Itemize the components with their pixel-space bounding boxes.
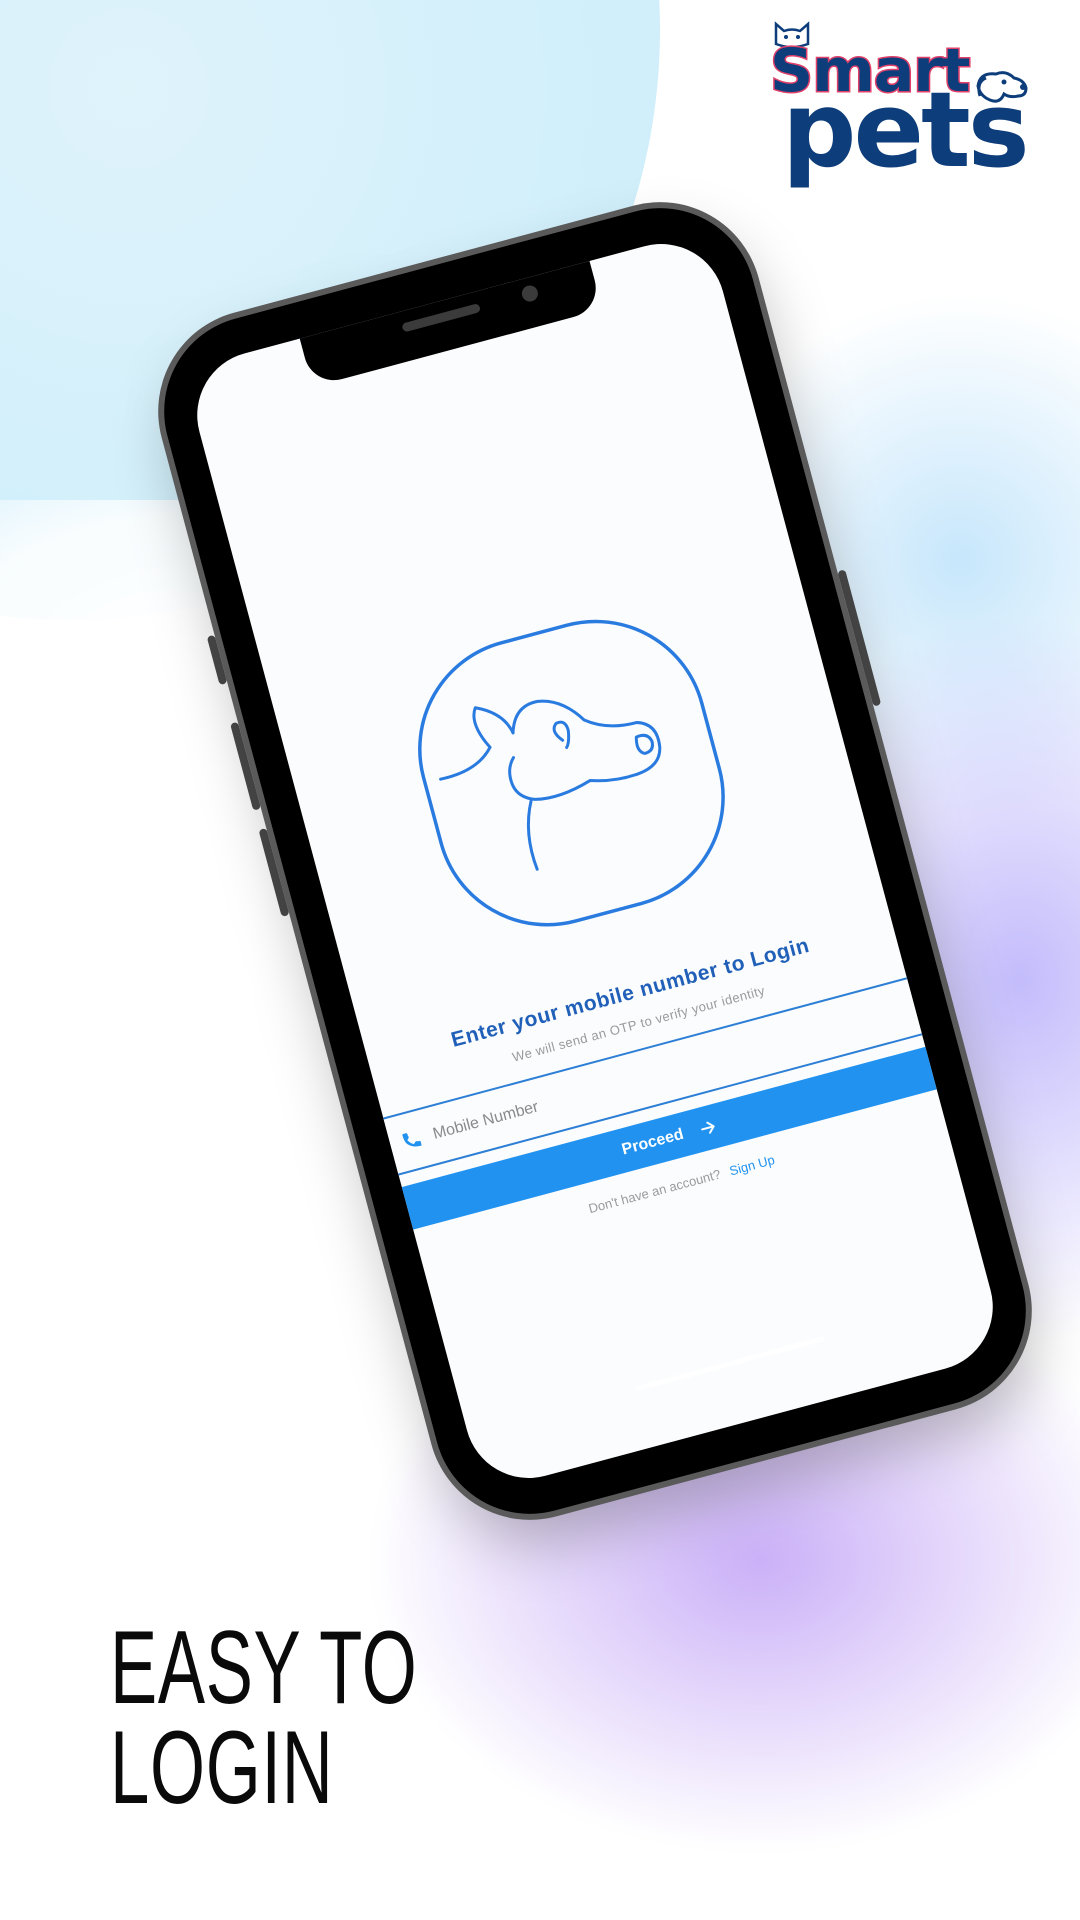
proceed-button-label: Proceed [620,1125,686,1159]
dog-icon [976,71,1028,103]
headline: EASY TO LOGIN [110,1610,418,1826]
cow-head-icon [388,589,755,956]
phone-icon [402,1133,422,1147]
brand-logo: Smart pets [769,18,1040,188]
headline-line-1: EASY TO [110,1610,418,1726]
home-indicator [634,1335,826,1392]
signup-link[interactable]: Sign Up [728,1152,777,1178]
arrow-right-icon [700,1121,715,1134]
headline-line-2: LOGIN [110,1710,334,1826]
